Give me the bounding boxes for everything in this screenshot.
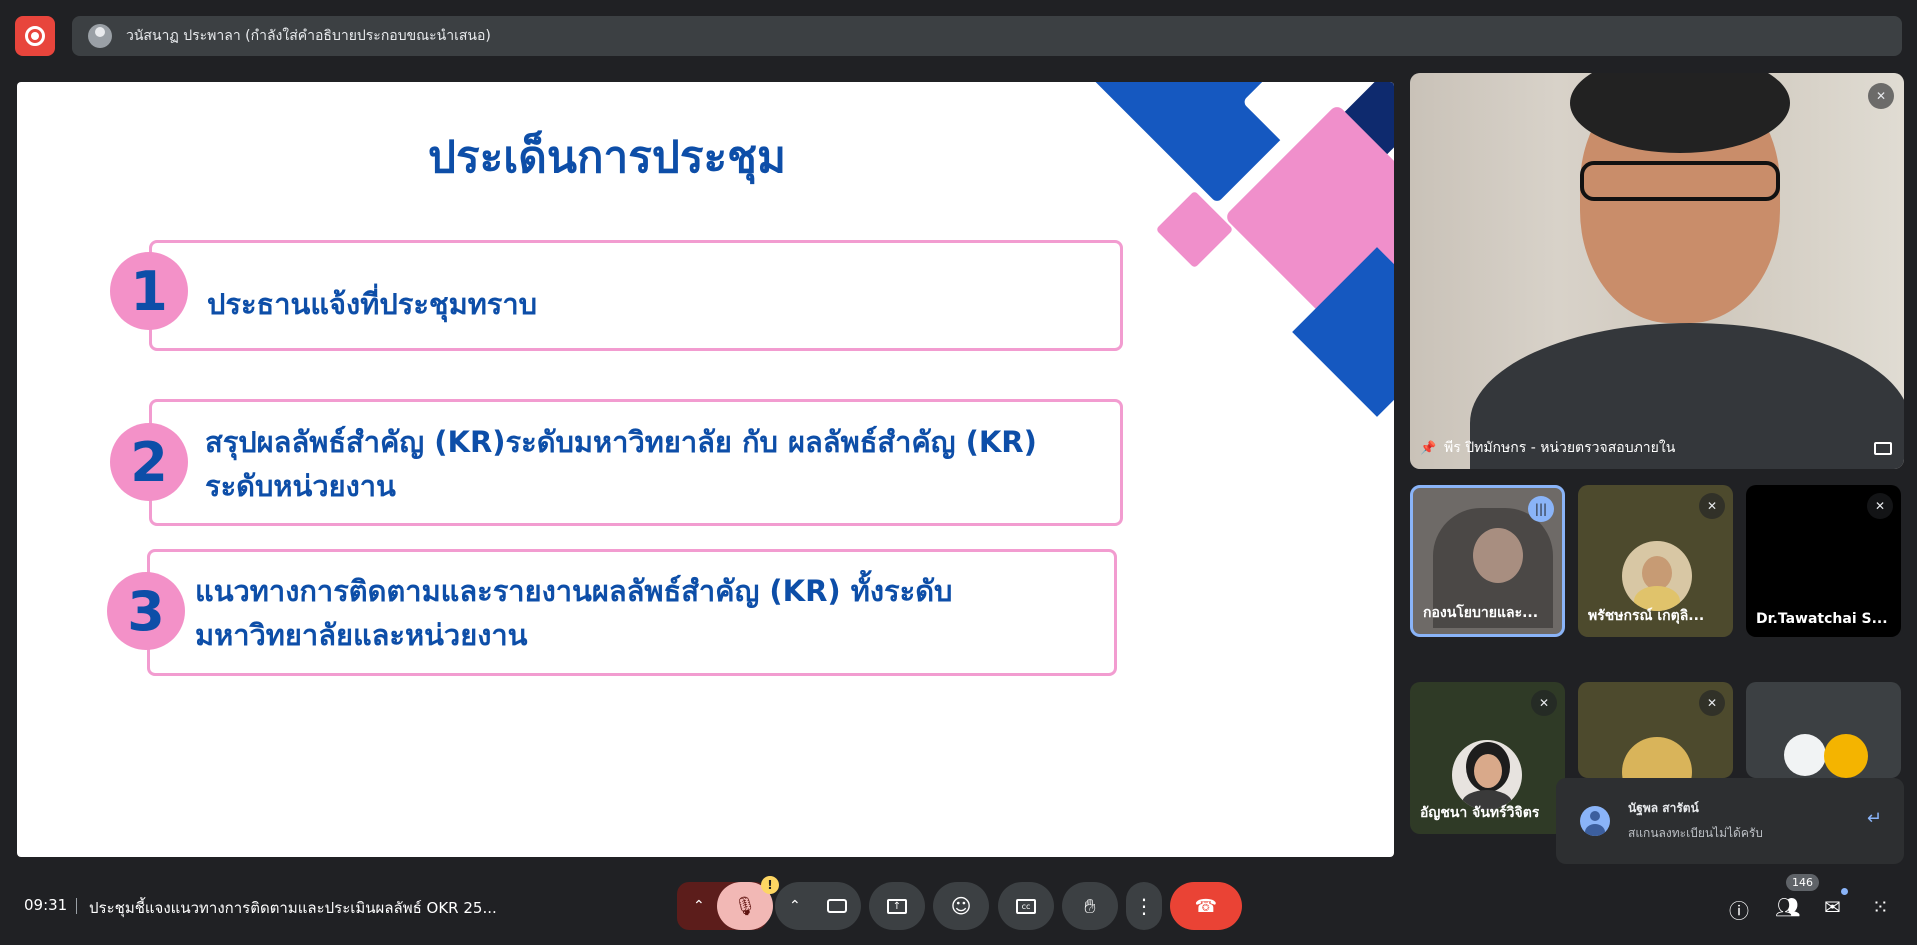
end-call-icon: ☎ bbox=[1194, 895, 1218, 917]
participant-tile[interactable]: ✕ Dr.Tawatchai S... bbox=[1746, 485, 1901, 637]
meeting-title: ประชุมชี้แจงแนวทางการติดตามและประเมินผลล… bbox=[89, 899, 497, 917]
present-screen-icon: ↑ bbox=[887, 898, 907, 914]
microphone-button[interactable]: 🎙︎ ! bbox=[717, 876, 779, 930]
agenda-item-text: ประธานแจ้งที่ประชุมทราบ bbox=[207, 287, 538, 321]
participant-name: อัญชนา จันทร์วิจิตร bbox=[1420, 805, 1540, 821]
chat-icon[interactable]: ✉ bbox=[1824, 895, 1841, 919]
divider bbox=[76, 898, 77, 914]
pin-icon[interactable]: 📌 bbox=[1420, 441, 1436, 456]
reactions-button[interactable]: ☺ bbox=[933, 882, 989, 930]
shared-slide: ประเด็นการประชุม 1 ประธานแจ้งที่ประชุมทร… bbox=[17, 82, 1394, 857]
participant-count-badge: 146 bbox=[1786, 874, 1819, 891]
agenda-item-text: แนวทางการติดตามและรายงานผลลัพธ์สำคัญ (KR… bbox=[195, 574, 953, 608]
more-options-button[interactable]: ⋮ bbox=[1126, 882, 1162, 930]
participant-tile[interactable] bbox=[1746, 682, 1901, 778]
picture-in-picture-icon[interactable] bbox=[1874, 442, 1892, 455]
pinned-participant-tile[interactable]: ✕ 📌 พีร ปิทมักษกร - หน่วยตรวจสอบภายใน bbox=[1410, 73, 1904, 469]
mic-off-icon: ✕ bbox=[1699, 493, 1725, 519]
warning-icon: ! bbox=[761, 876, 779, 894]
slide-decoration bbox=[1155, 190, 1234, 269]
participant-avatar bbox=[1622, 541, 1692, 611]
agenda-number: 3 bbox=[107, 572, 185, 650]
raise-hand-button[interactable]: ✋︎ bbox=[1062, 882, 1118, 930]
activities-icon[interactable]: ⁙ bbox=[1872, 895, 1889, 919]
chevron-up-icon: ⌃ bbox=[789, 898, 801, 914]
recording-button[interactable] bbox=[15, 16, 55, 56]
captions-button[interactable]: cc bbox=[998, 882, 1054, 930]
agenda-item-text: ระดับหน่วยงาน bbox=[205, 469, 396, 503]
avatar bbox=[1580, 806, 1610, 836]
participant-tile[interactable]: ✕ พรัชษกรณ์ เกตุลิ... bbox=[1578, 485, 1733, 637]
chat-unread-indicator bbox=[1841, 888, 1848, 895]
mic-off-icon: ✕ bbox=[1868, 83, 1894, 109]
participant-name: พีร ปิทมักษกร - หน่วยตรวจสอบภายใน bbox=[1444, 440, 1676, 456]
chat-sender: นัฐพล สารัตน์ bbox=[1628, 801, 1699, 815]
agenda-item-text: สรุปผลลัพธ์สำคัญ (KR)ระดับมหาวิทยาลัย กั… bbox=[205, 425, 1037, 459]
reply-icon[interactable]: ↵ bbox=[1867, 808, 1882, 829]
captions-icon: cc bbox=[1016, 898, 1036, 914]
participant-tile[interactable]: ✕ อัญชนา จันทร์วิจิตร bbox=[1410, 682, 1565, 834]
video-options-button[interactable]: ⌃ bbox=[775, 882, 861, 930]
participant-avatar bbox=[1622, 737, 1692, 778]
chat-notification[interactable]: นัฐพล สารัตน์ สแกนลงทะเบียนไม่ได้ครับ ↵ bbox=[1556, 778, 1904, 864]
meeting-info-icon[interactable]: ⓘ bbox=[1729, 895, 1749, 924]
agenda-item-text: มหาวิทยาลัยและหน่วยงาน bbox=[195, 618, 528, 652]
participant-name: Dr.Tawatchai S... bbox=[1756, 611, 1888, 627]
participant-avatar bbox=[1452, 740, 1522, 810]
mic-off-icon: ✕ bbox=[1531, 690, 1557, 716]
slide-title: ประเด็นการประชุม bbox=[428, 132, 786, 183]
mic-off-icon: 🎙︎ bbox=[733, 895, 757, 917]
hand-icon: ✋︎ bbox=[1084, 894, 1096, 918]
present-screen-button[interactable]: ↑ bbox=[869, 882, 925, 930]
participant-tile[interactable]: ✕ bbox=[1578, 682, 1733, 778]
participant-name: กองนโยบายและ... bbox=[1423, 605, 1539, 621]
agenda-number: 1 bbox=[110, 252, 188, 330]
camera-icon bbox=[827, 899, 847, 913]
participant-avatar bbox=[1824, 734, 1868, 778]
presenter-banner: วนัสนาฏ ประพาลา (กำลังใส่คำอธิบายประกอบข… bbox=[72, 16, 1902, 56]
record-icon bbox=[25, 26, 45, 46]
chevron-up-icon: ⌃ bbox=[693, 898, 705, 914]
people-icon[interactable]: 👥︎ bbox=[1775, 895, 1800, 919]
presenter-label: วนัสนาฏ ประพาลา (กำลังใส่คำอธิบายประกอบข… bbox=[126, 28, 491, 44]
meeting-clock: 09:31 bbox=[24, 896, 68, 914]
more-vert-icon: ⋮ bbox=[1134, 894, 1154, 918]
participant-name: พรัชษกรณ์ เกตุลิ... bbox=[1588, 608, 1705, 624]
participant-avatar bbox=[1784, 734, 1826, 776]
emoji-icon: ☺ bbox=[950, 894, 972, 918]
leave-call-button[interactable]: ☎ bbox=[1170, 882, 1242, 930]
mic-off-icon: ✕ bbox=[1699, 690, 1725, 716]
mic-off-icon: ✕ bbox=[1867, 493, 1893, 519]
speaking-indicator-icon: ||| bbox=[1528, 496, 1554, 522]
presenter-avatar bbox=[88, 24, 112, 48]
chat-message: สแกนลงทะเบียนไม่ได้ครับ bbox=[1628, 826, 1763, 840]
participant-tile[interactable]: ||| กองนโยบายและ... bbox=[1410, 485, 1565, 637]
agenda-number: 2 bbox=[110, 423, 188, 501]
